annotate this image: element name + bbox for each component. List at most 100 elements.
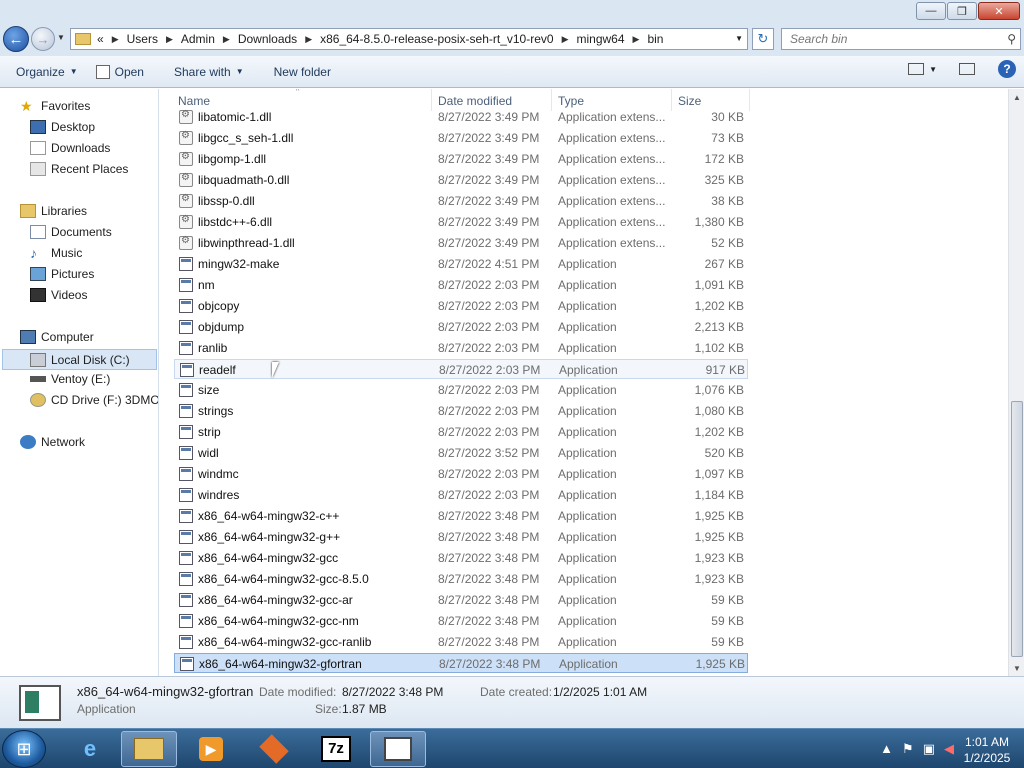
- show-hidden-icons-icon[interactable]: ▲: [880, 741, 893, 757]
- file-type: Application extens...: [558, 236, 666, 250]
- nav-pictures[interactable]: Pictures: [30, 267, 94, 281]
- file-row[interactable]: x86_64-w64-mingw32-gcc-ranlib 8/27/2022 3…: [174, 632, 748, 652]
- nav-videos[interactable]: Videos: [30, 288, 87, 302]
- file-date-modified: 8/27/2022 3:49 PM: [438, 236, 540, 250]
- file-date-modified: 8/27/2022 2:03 PM: [438, 383, 540, 397]
- file-size: 73 KB: [711, 131, 744, 145]
- crumb-release[interactable]: x86_64-8.5.0-release-posix-seh-rt_v10-re…: [320, 32, 553, 46]
- crumb-bin[interactable]: bin: [647, 32, 663, 46]
- file-row[interactable]: libquadmath-0.dll 8/27/2022 3:49 PM Applic…: [174, 170, 748, 190]
- crumb-admin[interactable]: Admin: [181, 32, 215, 46]
- file-row[interactable]: x86_64-w64-mingw32-gcc-8.5.0 8/27/2022 3:…: [174, 569, 748, 589]
- file-row[interactable]: libgomp-1.dll 8/27/2022 3:49 PM Applicatio…: [174, 149, 748, 169]
- file-row[interactable]: x86_64-w64-mingw32-gfortran 8/27/2022 3:4…: [174, 653, 748, 673]
- internet-explorer-icon[interactable]: e: [62, 731, 118, 767]
- organize-button[interactable]: Organize ▼: [8, 60, 86, 84]
- file-row[interactable]: x86_64-w64-mingw32-gcc 8/27/2022 3:48 PM A…: [174, 548, 748, 568]
- nav-recent-places[interactable]: Recent Places: [30, 162, 128, 176]
- file-row[interactable]: libwinpthread-1.dll 8/27/2022 3:49 PM Appl…: [174, 233, 748, 253]
- file-row[interactable]: widl 8/27/2022 3:52 PM Application 520 KB: [174, 443, 748, 463]
- file-row[interactable]: objcopy 8/27/2022 2:03 PM Application 1,202…: [174, 296, 748, 316]
- crumb-downloads[interactable]: Downloads: [238, 32, 297, 46]
- documents-icon: [30, 225, 46, 239]
- change-view-icon[interactable]: [908, 63, 925, 75]
- scroll-up-icon[interactable]: ▲: [1009, 89, 1024, 105]
- file-row[interactable]: x86_64-w64-mingw32-g++ 8/27/2022 3:48 PM A…: [174, 527, 748, 547]
- media-player-taskbar-button[interactable]: ▶: [183, 731, 239, 767]
- file-row[interactable]: libgcc_s_seh-1.dll 8/27/2022 3:49 PM Appli…: [174, 128, 748, 148]
- help-icon[interactable]: ?: [998, 60, 1016, 78]
- file-size: 1,080 KB: [694, 404, 744, 418]
- address-row: ← → ▼ « ▶ Users ▶ Admin ▶ Downloads ▶ x8…: [0, 24, 1024, 56]
- crumb-mingw64[interactable]: mingw64: [576, 32, 624, 46]
- file-row[interactable]: libstdc++-6.dll 8/27/2022 3:49 PM Applicat…: [174, 212, 748, 232]
- start-button[interactable]: ⊞: [2, 730, 46, 768]
- preview-pane-icon[interactable]: [959, 63, 975, 75]
- maximize-button[interactable]: ❐: [947, 2, 977, 20]
- nav-documents[interactable]: Documents: [30, 225, 112, 239]
- minimize-button[interactable]: —: [916, 2, 946, 20]
- nav-libraries[interactable]: Libraries: [20, 204, 87, 218]
- view-dropdown-icon[interactable]: ▼: [929, 65, 937, 74]
- refresh-button[interactable]: ↻: [752, 28, 774, 50]
- file-row[interactable]: windres 8/27/2022 2:03 PM Application 1,184…: [174, 485, 748, 505]
- search-input[interactable]: Search bin ⚲: [781, 28, 1021, 50]
- file-name: windres: [198, 488, 240, 502]
- file-size: 1,202 KB: [694, 299, 744, 313]
- file-name: x86_64-w64-mingw32-gcc-8.5.0: [198, 572, 369, 586]
- windows-explorer-taskbar-button[interactable]: [121, 731, 177, 767]
- nav-cd-drive[interactable]: CD Drive (F:) 3DMOV: [30, 393, 158, 407]
- file-row[interactable]: size 8/27/2022 2:03 PM Application 1,076 KB: [174, 380, 748, 400]
- file-date-modified: 8/27/2022 3:49 PM: [438, 110, 540, 124]
- nav-favorites[interactable]: ★ Favorites: [20, 99, 90, 113]
- close-button[interactable]: ✕: [978, 2, 1020, 20]
- file-row[interactable]: nm 8/27/2022 2:03 PM Application 1,091 KB: [174, 275, 748, 295]
- file-date-modified: 8/27/2022 3:48 PM: [438, 614, 540, 628]
- file-row[interactable]: objdump 8/27/2022 2:03 PM Application 2,213…: [174, 317, 748, 337]
- file-row[interactable]: mingw32-make 8/27/2022 4:51 PM Application…: [174, 254, 748, 274]
- file-row[interactable]: x86_64-w64-mingw32-c++ 8/27/2022 3:48 PM A…: [174, 506, 748, 526]
- crumb-users[interactable]: Users: [127, 32, 158, 46]
- forward-button[interactable]: →: [31, 27, 55, 51]
- 7zip-taskbar-button[interactable]: 7z: [308, 731, 364, 767]
- file-row[interactable]: libatomic-1.dll 8/27/2022 3:49 PM Applicat…: [174, 107, 748, 127]
- nav-music[interactable]: ♪ Music: [30, 246, 82, 260]
- file-date-modified: 8/27/2022 3:48 PM: [438, 572, 540, 586]
- recent-pages-dropdown-icon[interactable]: ▼: [57, 33, 65, 42]
- new-folder-button[interactable]: New folder: [266, 60, 339, 84]
- file-row[interactable]: readelf 8/27/2022 2:03 PM Application 917 K…: [174, 359, 748, 379]
- address-bar[interactable]: « ▶ Users ▶ Admin ▶ Downloads ▶ x86_64-8…: [70, 28, 748, 50]
- file-row[interactable]: ranlib 8/27/2022 2:03 PM Application 1,102 …: [174, 338, 748, 358]
- scroll-down-icon[interactable]: ▼: [1009, 660, 1024, 676]
- open-button[interactable]: Open: [88, 60, 152, 84]
- file-row[interactable]: strings 8/27/2022 2:03 PM Application 1,080…: [174, 401, 748, 421]
- file-row[interactable]: windmc 8/27/2022 2:03 PM Application 1,097 …: [174, 464, 748, 484]
- nav-computer[interactable]: Computer: [20, 330, 94, 344]
- nav-ventoy[interactable]: Ventoy (E:): [30, 372, 110, 386]
- nav-local-disk[interactable]: Local Disk (C:): [2, 349, 157, 370]
- back-button[interactable]: ←: [3, 26, 29, 52]
- breadcrumb-overflow[interactable]: «: [97, 32, 104, 46]
- nav-desktop[interactable]: Desktop: [30, 120, 95, 134]
- file-row[interactable]: x86_64-w64-mingw32-gcc-ar 8/27/2022 3:48 …: [174, 590, 748, 610]
- file-size: 1,097 KB: [694, 467, 744, 481]
- network-status-icon[interactable]: ▣: [923, 741, 935, 757]
- chevron-right-icon: ▶: [111, 33, 119, 44]
- address-dropdown-icon[interactable]: ▼: [735, 34, 743, 43]
- vertical-scrollbar[interactable]: ▲ ▼: [1008, 89, 1024, 676]
- archive-app-taskbar-button[interactable]: [246, 731, 302, 767]
- volume-muted-icon[interactable]: ◀: [944, 741, 954, 757]
- nav-downloads[interactable]: Downloads: [30, 141, 110, 155]
- search-icon[interactable]: ⚲: [1007, 32, 1016, 46]
- share-with-button[interactable]: Share with ▼: [166, 60, 252, 84]
- file-row[interactable]: x86_64-w64-mingw32-gcc-nm 8/27/2022 3:48 …: [174, 611, 748, 631]
- application-taskbar-button[interactable]: [370, 731, 426, 767]
- file-row[interactable]: strip 8/27/2022 2:03 PM Application 1,202 K…: [174, 422, 748, 442]
- application-file-icon: [180, 657, 194, 671]
- system-clock[interactable]: 1:01 AM 1/2/2025: [958, 734, 1016, 766]
- file-row[interactable]: libssp-0.dll 8/27/2022 3:49 PM Application…: [174, 191, 748, 211]
- nav-network[interactable]: Network: [20, 435, 85, 449]
- scroll-thumb[interactable]: [1011, 401, 1023, 657]
- action-center-flag-icon[interactable]: ⚑: [902, 741, 914, 757]
- search-placeholder: Search bin: [790, 32, 848, 46]
